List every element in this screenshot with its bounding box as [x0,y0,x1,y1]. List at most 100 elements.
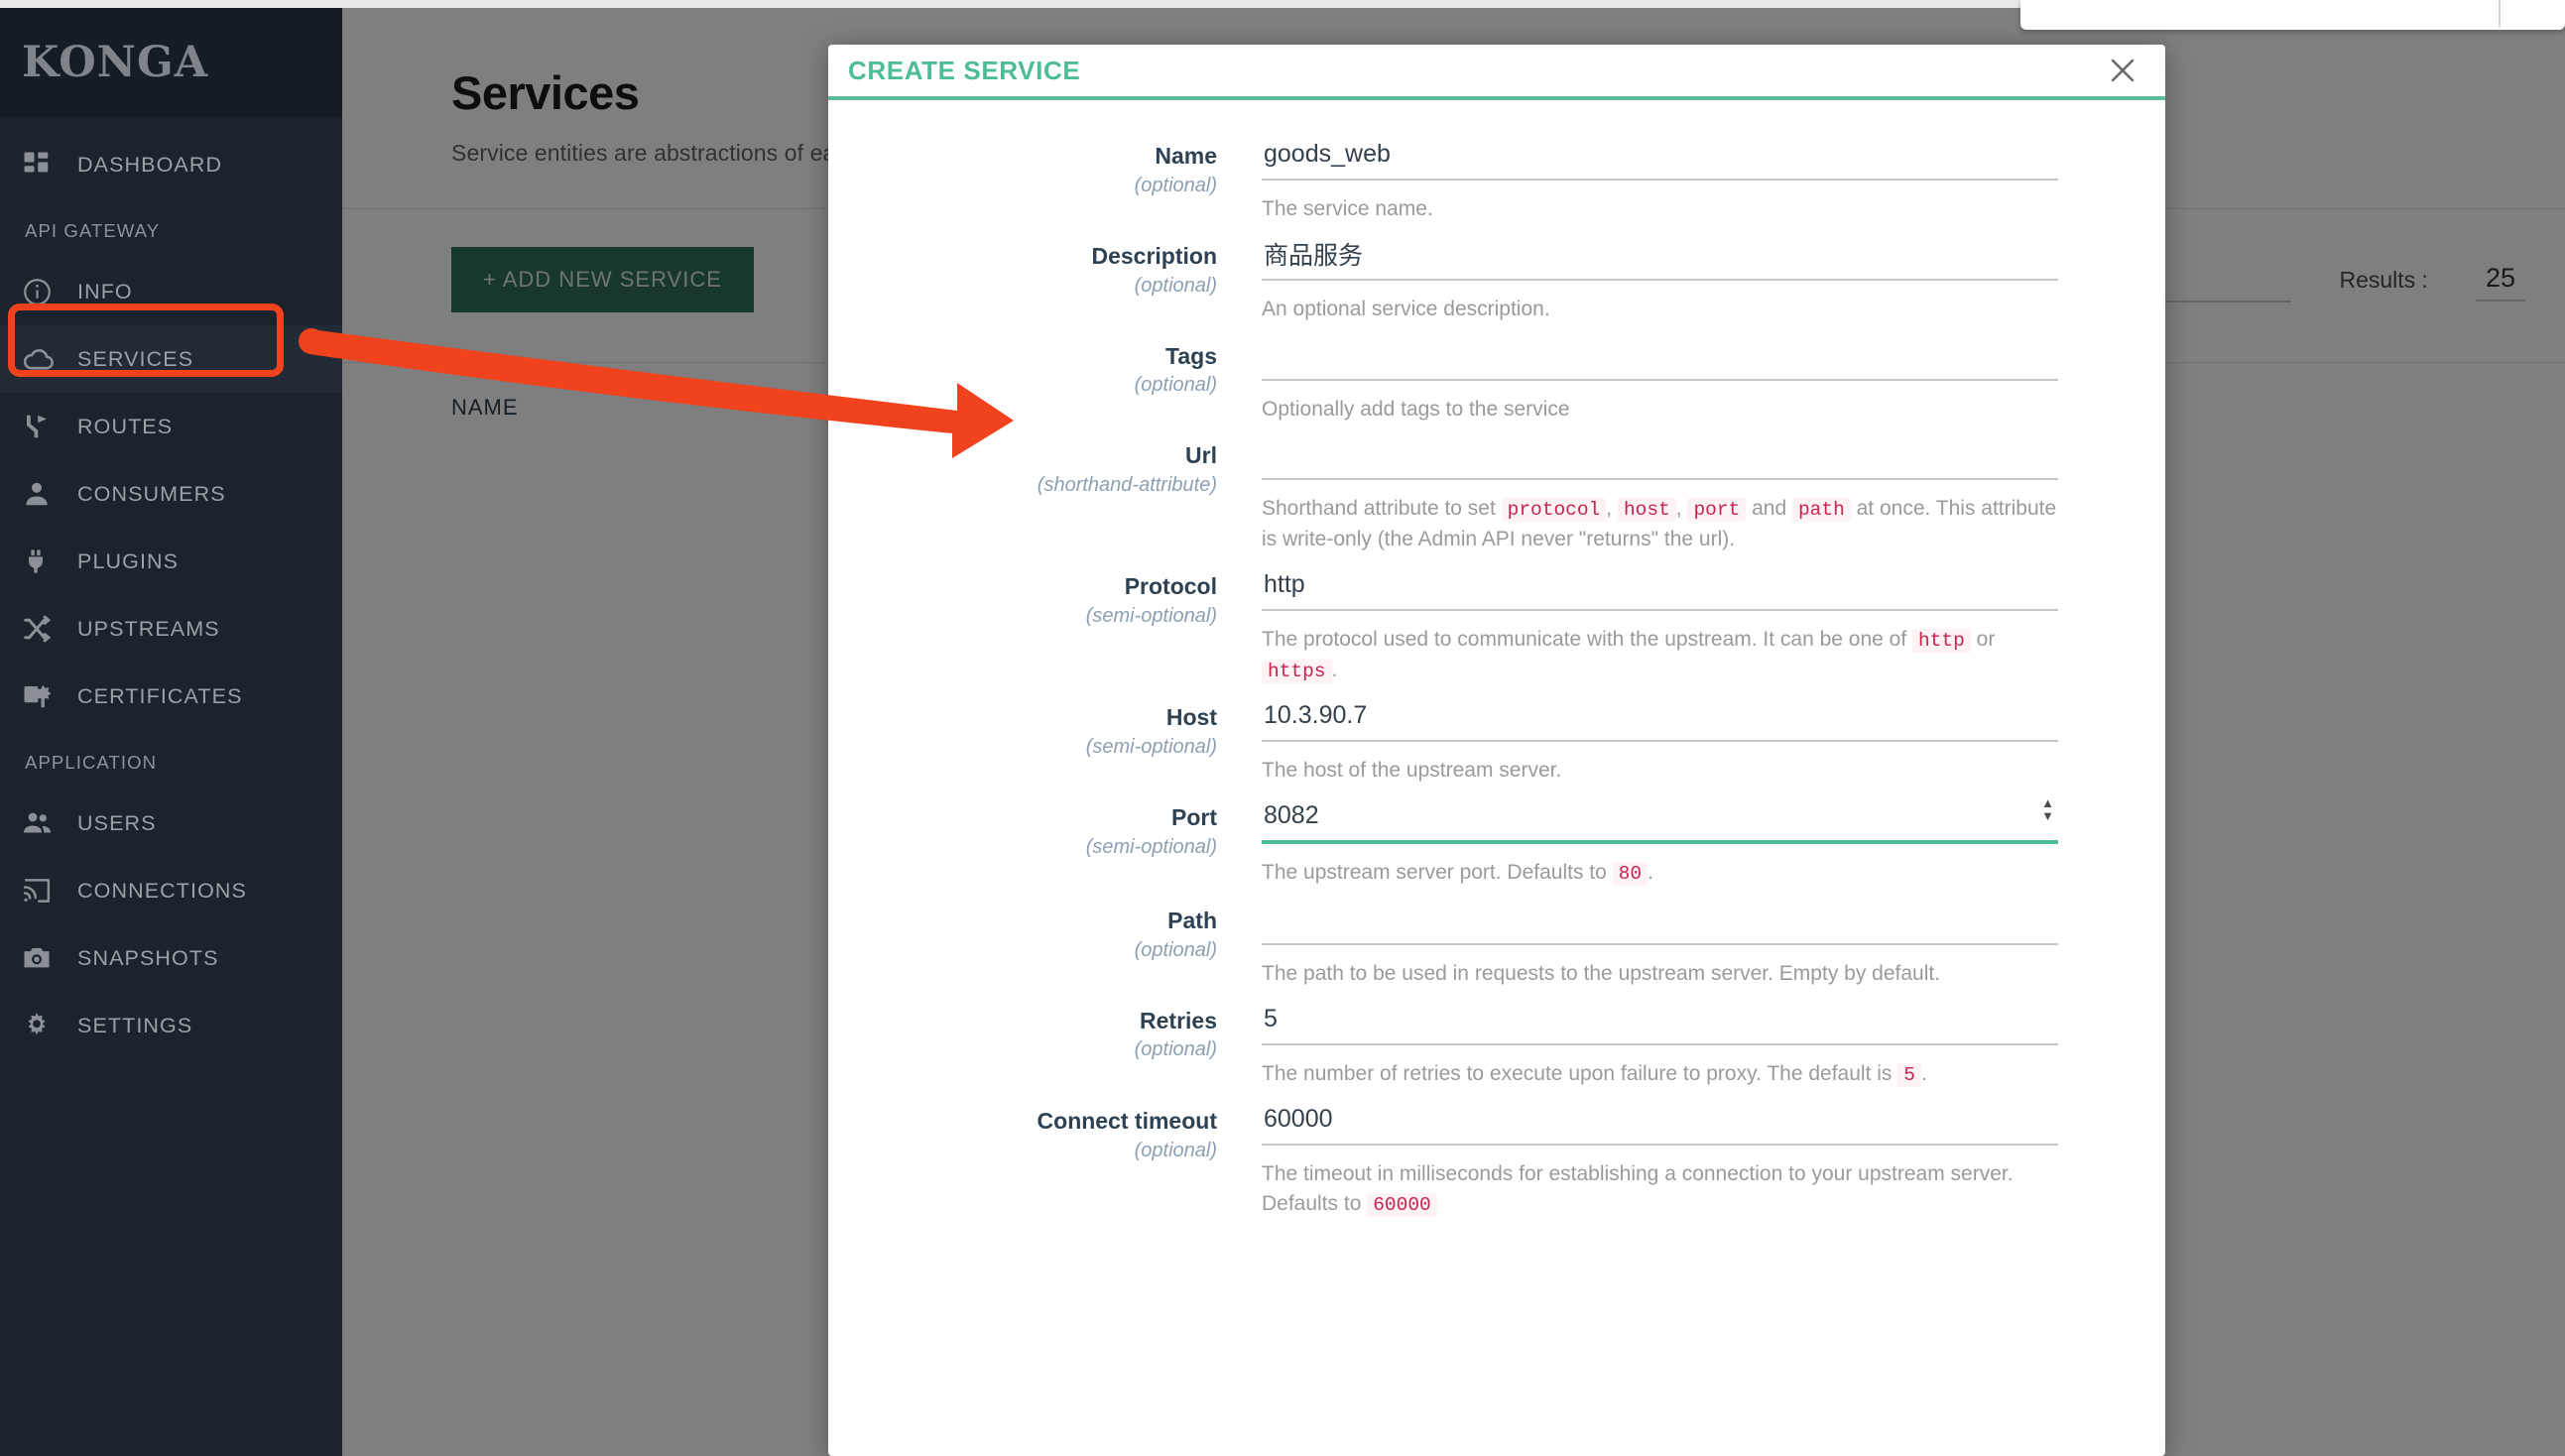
field-input-url[interactable] [1262,435,2058,481]
field-label-group: Path (optional) [828,901,1262,989]
field-label: Host [1165,704,1217,731]
input-wrapper [1262,235,2058,281]
number-stepper[interactable]: ▲ ▼ [2041,796,2054,822]
field-label: Connect timeout [1037,1108,1217,1135]
stepper-down-icon[interactable]: ▼ [2041,809,2054,822]
field-label: Name [1155,143,1217,169]
field-label: Retries [1140,1007,1217,1033]
dashboard-icon [22,148,65,182]
sidebar-item-certificates[interactable]: CERTIFICATES [0,663,342,730]
sidebar: KONGA DASHBOARD API GATEWAY INFO SERVICE… [0,8,342,1456]
field-input-port[interactable] [1262,797,2058,845]
form-field-row: Host (semi-optional) The host of the upstr… [828,697,2058,786]
create-service-modal: CREATE SERVICE Name (optional) The service… [828,45,2165,1456]
form-field-row: Description (optional) An optional service… [828,235,2058,324]
form-field-row: Name (optional) The service name. [828,136,2058,224]
input-wrapper [1262,565,2058,611]
input-wrapper [1262,335,2058,381]
field-input-group: The protocol used to communicate with th… [1262,565,2058,685]
field-label-group: Name (optional) [828,136,1262,224]
sidebar-item-label: DASHBOARD [77,152,223,177]
sidebar-item-info[interactable]: INFO [0,258,342,325]
inline-code: 80 [1612,862,1649,887]
field-description: The upstream server port. Defaults to 80… [1262,861,1653,887]
form-field-row: Retries (optional) The number of retries t… [828,1000,2058,1090]
sidebar-item-settings[interactable]: SETTINGS [0,992,342,1059]
sidebar-section-application: APPLICATION [25,752,158,773]
field-input-protocol[interactable] [1262,565,2058,611]
close-icon[interactable] [2106,54,2139,87]
field-input-retries[interactable] [1262,1000,2058,1045]
logo-text: KONGA [22,38,209,87]
form-field-row: Protocol (semi-optional) The protocol used… [828,565,2058,685]
sidebar-item-services[interactable]: SERVICES [0,325,342,393]
field-label-group: Url (shorthand-attribute) [828,435,1262,554]
sidebar-item-plugins[interactable]: PLUGINS [0,528,342,595]
field-description: Optionally add tags to the service [1262,397,1570,421]
field-label: Path [1167,907,1217,933]
field-description: The protocol used to communicate with th… [1262,627,1996,683]
field-input-host[interactable] [1262,697,2058,743]
input-wrapper: ▲▼ [1262,796,2058,845]
field-input-group: Optionally add tags to the service [1262,335,2058,425]
field-description: The path to be used in requests to the u… [1262,961,1941,985]
field-input-group: The timeout in milliseconds for establis… [1262,1101,2058,1220]
form-field-row: Url (shorthand-attribute) Shorthand attrib… [828,435,2058,554]
input-wrapper [1262,435,2058,481]
inline-code: port [1687,498,1747,523]
inline-code: 60000 [1367,1193,1437,1218]
field-input-connect-timeout[interactable] [1262,1101,2058,1147]
field-input-path[interactable] [1262,900,2058,945]
sidebar-item-label: ROUTES [77,414,174,438]
field-label-group: Port (semi-optional) [828,797,1262,889]
field-optionality: (optional) [1134,938,1217,961]
sidebar-item-label: CONNECTIONS [77,878,247,903]
sidebar-item-connections[interactable]: CONNECTIONS [0,857,342,924]
field-description: An optional service description. [1262,297,1550,320]
modal-title: CREATE SERVICE [848,55,1081,85]
shuffle-icon [22,612,65,646]
sidebar-item-users[interactable]: USERS [0,789,342,857]
certificate-icon [22,679,65,713]
field-label: Description [1091,242,1217,269]
field-input-tags[interactable] [1262,335,2058,381]
field-label-group: Description (optional) [828,236,1262,324]
sidebar-item-snapshots[interactable]: SNAPSHOTS [0,924,342,992]
sidebar-item-label: SETTINGS [77,1013,193,1037]
stepper-up-icon[interactable]: ▲ [2041,796,2054,809]
field-optionality: (optional) [1134,1038,1217,1061]
field-input-group: The number of retries to execute upon fa… [1262,1000,2058,1090]
field-label-group: Protocol (semi-optional) [828,566,1262,685]
field-input-group: The host of the upstream server. [1262,697,2058,786]
form-field-row: Connect timeout (optional) The timeout in … [828,1101,2058,1220]
sidebar-item-consumers[interactable]: CONSUMERS [0,460,342,528]
sidebar-item-label: SERVICES [77,346,194,371]
modal-form: Name(optional)The service name.Descripti… [828,100,2165,1452]
person-icon [22,477,65,511]
top-right-panel[interactable] [2020,0,2565,30]
sidebar-item-label: CONSUMERS [77,481,226,506]
route-icon [22,410,65,443]
top-panel-divider [2499,0,2501,28]
sidebar-item-dashboard[interactable]: DASHBOARD [0,131,342,198]
sidebar-section-api-gateway: API GATEWAY [25,220,161,241]
cloud-icon [22,342,65,376]
inline-code: https [1262,659,1332,683]
field-label-group: Tags (optional) [828,336,1262,425]
field-optionality: (shorthand-attribute) [1037,474,1217,497]
field-optionality: (optional) [1134,174,1217,196]
field-input-name[interactable] [1262,136,2058,181]
app-screen: Services Service entities are abstractio… [0,0,2565,1456]
plug-icon [22,545,65,578]
form-field-row: Path (optional) The path to be used in req… [828,900,2058,989]
sidebar-item-routes[interactable]: ROUTES [0,393,342,460]
modal-header: CREATE SERVICE [828,45,2165,100]
field-label: Url [1185,442,1217,469]
info-icon [22,275,65,308]
brand-logo[interactable]: KONGA [0,8,342,117]
field-input-description[interactable] [1262,235,2058,281]
inline-code: 5 [1897,1062,1921,1087]
sidebar-item-upstreams[interactable]: UPSTREAMS [0,595,342,663]
field-optionality: (optional) [1134,374,1217,397]
field-label-group: Retries (optional) [828,1001,1262,1090]
